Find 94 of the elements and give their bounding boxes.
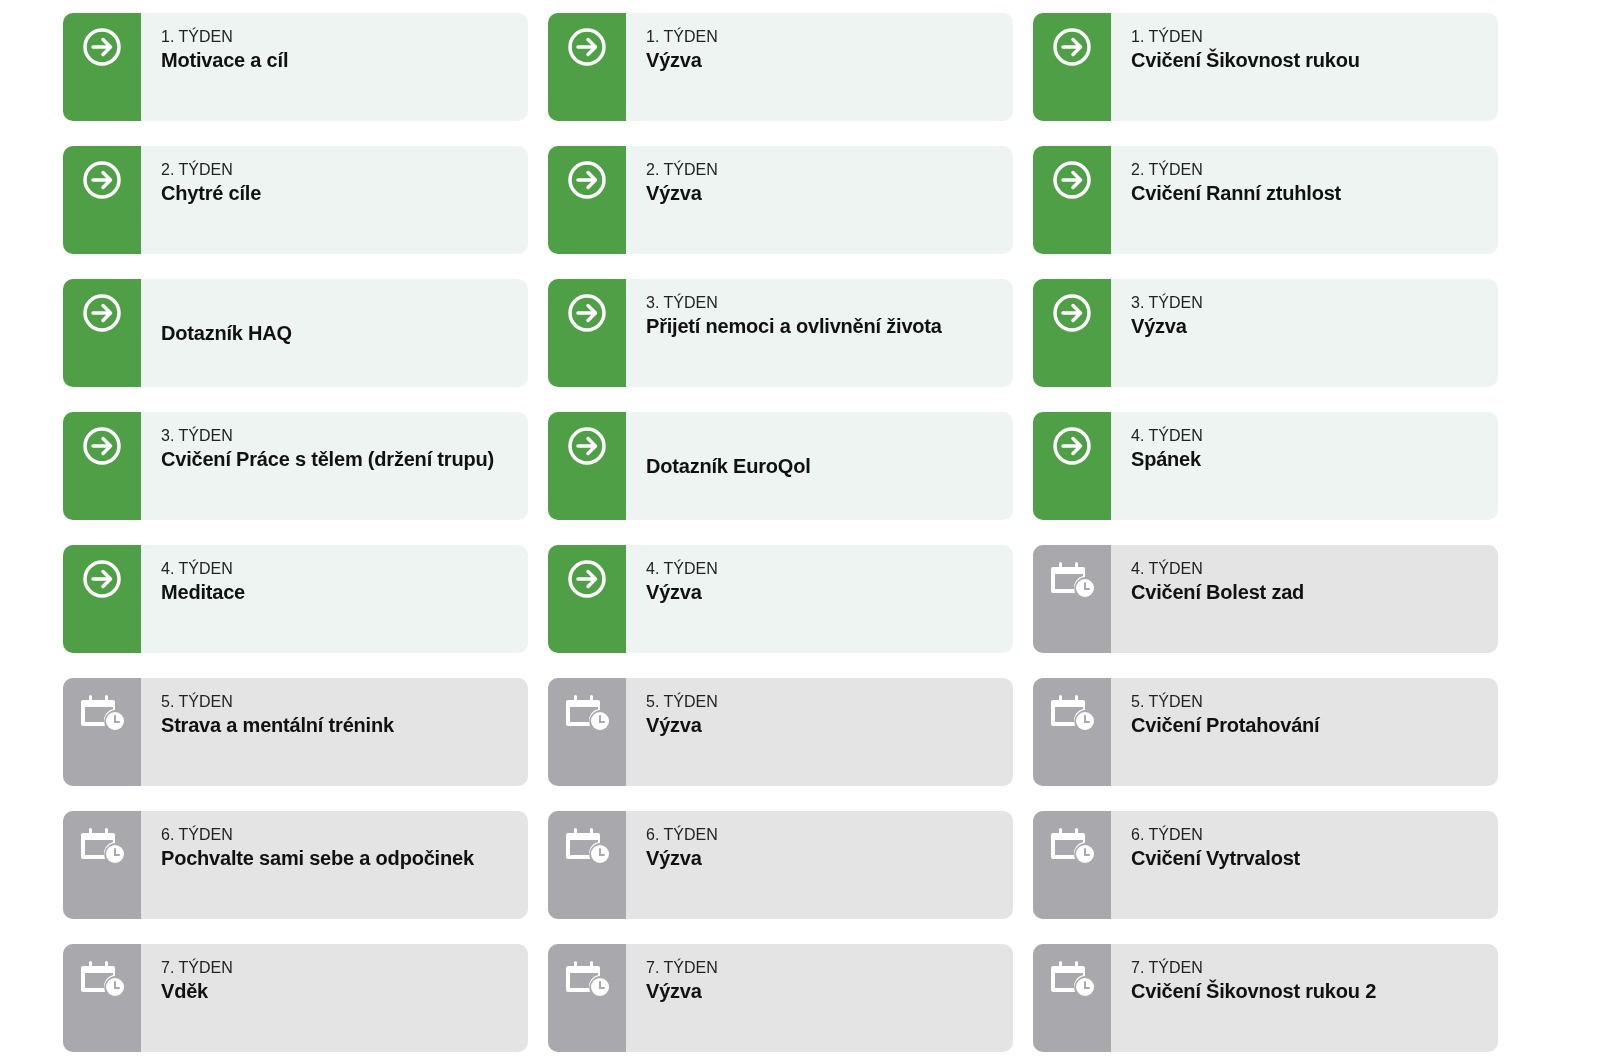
lesson-title: Cvičení Práce s tělem (držení trupu) bbox=[161, 447, 494, 472]
lesson-card[interactable]: 3. TÝDEN Přijetí nemoci a ovlivnění života bbox=[548, 279, 1013, 387]
lesson-card[interactable]: 1. TÝDEN Výzva bbox=[548, 13, 1013, 121]
lesson-card[interactable]: Dotazník EuroQol bbox=[548, 412, 1013, 520]
lesson-card[interactable]: 1. TÝDEN Cvičení Šikovnost rukou bbox=[1033, 13, 1498, 121]
lesson-card[interactable]: 6. TÝDEN Výzva bbox=[548, 811, 1013, 919]
week-label: 3. TÝDEN bbox=[1131, 293, 1203, 313]
lesson-card[interactable]: 7. TÝDEN Cvičení Šikovnost rukou 2 bbox=[1033, 944, 1498, 1052]
lesson-title: Přijetí nemoci a ovlivnění života bbox=[646, 314, 942, 339]
arrow-right-circle-icon bbox=[82, 293, 122, 333]
week-label: 3. TÝDEN bbox=[646, 293, 718, 313]
week-label: 4. TÝDEN bbox=[161, 559, 233, 579]
lesson-title: Spánek bbox=[1131, 447, 1201, 472]
arrow-right-circle-icon bbox=[567, 559, 607, 599]
lesson-title: Pochvalte sami sebe a odpočinek bbox=[161, 846, 474, 871]
week-label: 6. TÝDEN bbox=[1131, 825, 1203, 845]
week-label: 7. TÝDEN bbox=[161, 958, 233, 978]
lesson-card[interactable]: 7. TÝDEN Vděk bbox=[63, 944, 528, 1052]
calendar-clock-icon bbox=[80, 825, 124, 865]
lesson-card[interactable]: 4. TÝDEN Cvičení Bolest zad bbox=[1033, 545, 1498, 653]
lesson-card[interactable]: 6. TÝDEN Pochvalte sami sebe a odpočinek bbox=[63, 811, 528, 919]
arrow-right-circle-icon bbox=[1052, 27, 1092, 67]
calendar-clock-icon bbox=[80, 692, 124, 732]
week-label: 1. TÝDEN bbox=[1131, 27, 1203, 47]
week-label: 4. TÝDEN bbox=[1131, 426, 1203, 446]
week-label: 2. TÝDEN bbox=[1131, 160, 1203, 180]
lesson-title: Cvičení Šikovnost rukou 2 bbox=[1131, 978, 1377, 1004]
week-label: 5. TÝDEN bbox=[161, 692, 233, 712]
week-label: 6. TÝDEN bbox=[646, 825, 718, 845]
lesson-title: Cvičení Protahování bbox=[1131, 713, 1320, 738]
week-label: 5. TÝDEN bbox=[1131, 692, 1203, 712]
calendar-clock-icon bbox=[1050, 958, 1094, 998]
arrow-right-circle-icon bbox=[82, 27, 122, 67]
lesson-card[interactable]: 4. TÝDEN Meditace bbox=[63, 545, 528, 653]
lesson-title: Výzva bbox=[646, 713, 702, 738]
arrow-right-circle-icon bbox=[567, 27, 607, 67]
lesson-title: Meditace bbox=[161, 580, 245, 605]
week-label: 6. TÝDEN bbox=[161, 825, 233, 845]
lesson-card[interactable]: 3. TÝDEN Cvičení Práce s tělem (držení trupu) bbox=[63, 412, 528, 520]
week-label: 1. TÝDEN bbox=[646, 27, 718, 47]
calendar-clock-icon bbox=[565, 958, 609, 998]
week-label: 7. TÝDEN bbox=[646, 958, 718, 978]
arrow-right-circle-icon bbox=[82, 559, 122, 599]
lesson-card[interactable]: 7. TÝDEN Výzva bbox=[548, 944, 1013, 1052]
arrow-right-circle-icon bbox=[1052, 160, 1092, 200]
lesson-title: Motivace a cíl bbox=[161, 48, 289, 73]
lesson-title: Výzva bbox=[646, 979, 702, 1004]
week-label: 7. TÝDEN bbox=[1131, 958, 1203, 978]
lesson-card[interactable]: 5. TÝDEN Cvičení Protahování bbox=[1033, 678, 1498, 786]
arrow-right-circle-icon bbox=[567, 293, 607, 333]
lesson-card[interactable]: 4. TÝDEN Výzva bbox=[548, 545, 1013, 653]
lesson-card[interactable]: 6. TÝDEN Cvičení Vytrvalost bbox=[1033, 811, 1498, 919]
lesson-card[interactable]: 2. TÝDEN Výzva bbox=[548, 146, 1013, 254]
lesson-title: Cvičení Ranní ztuhlost bbox=[1131, 181, 1342, 206]
lesson-title: Dotazník HAQ bbox=[161, 321, 292, 346]
arrow-right-circle-icon bbox=[567, 426, 607, 466]
lesson-title: Strava a mentální trénink bbox=[161, 713, 394, 738]
calendar-clock-icon bbox=[565, 825, 609, 865]
lesson-title: Cvičení Vytrvalost bbox=[1131, 846, 1301, 871]
calendar-clock-icon bbox=[565, 692, 609, 732]
week-label: 1. TÝDEN bbox=[161, 27, 233, 47]
lesson-title: Výzva bbox=[646, 580, 702, 605]
calendar-clock-icon bbox=[1050, 559, 1094, 599]
lesson-title: Výzva bbox=[646, 846, 702, 871]
week-label: 5. TÝDEN bbox=[646, 692, 718, 712]
arrow-right-circle-icon bbox=[82, 426, 122, 466]
lesson-title: Vděk bbox=[161, 979, 208, 1004]
arrow-right-circle-icon bbox=[1052, 426, 1092, 466]
calendar-clock-icon bbox=[1050, 825, 1094, 865]
lesson-card[interactable]: 2. TÝDEN Chytré cíle bbox=[63, 146, 528, 254]
lesson-title: Výzva bbox=[646, 48, 702, 73]
week-label: 4. TÝDEN bbox=[646, 559, 718, 579]
lesson-card[interactable]: 1. TÝDEN Motivace a cíl bbox=[63, 13, 528, 121]
week-label: 2. TÝDEN bbox=[161, 160, 233, 180]
lesson-title: Výzva bbox=[1131, 314, 1187, 339]
week-label: 3. TÝDEN bbox=[161, 426, 233, 446]
lesson-title: Cvičení Šikovnost rukou bbox=[1131, 47, 1360, 73]
arrow-right-circle-icon bbox=[567, 160, 607, 200]
calendar-clock-icon bbox=[1050, 692, 1094, 732]
calendar-clock-icon bbox=[80, 958, 124, 998]
week-label: 4. TÝDEN bbox=[1131, 559, 1203, 579]
week-label: 2. TÝDEN bbox=[646, 160, 718, 180]
lesson-title: Dotazník EuroQol bbox=[646, 454, 811, 479]
lesson-card[interactable]: Dotazník HAQ bbox=[63, 279, 528, 387]
lesson-title: Výzva bbox=[646, 181, 702, 206]
arrow-right-circle-icon bbox=[82, 160, 122, 200]
lesson-card[interactable]: 5. TÝDEN Výzva bbox=[548, 678, 1013, 786]
lesson-card[interactable]: 3. TÝDEN Výzva bbox=[1033, 279, 1498, 387]
lesson-card[interactable]: 5. TÝDEN Strava a mentální trénink bbox=[63, 678, 528, 786]
lesson-title: Chytré cíle bbox=[161, 181, 262, 206]
lesson-title: Cvičení Bolest zad bbox=[1131, 580, 1305, 605]
lesson-card[interactable]: 4. TÝDEN Spánek bbox=[1033, 412, 1498, 520]
lesson-card[interactable]: 2. TÝDEN Cvičení Ranní ztuhlost bbox=[1033, 146, 1498, 254]
arrow-right-circle-icon bbox=[1052, 293, 1092, 333]
